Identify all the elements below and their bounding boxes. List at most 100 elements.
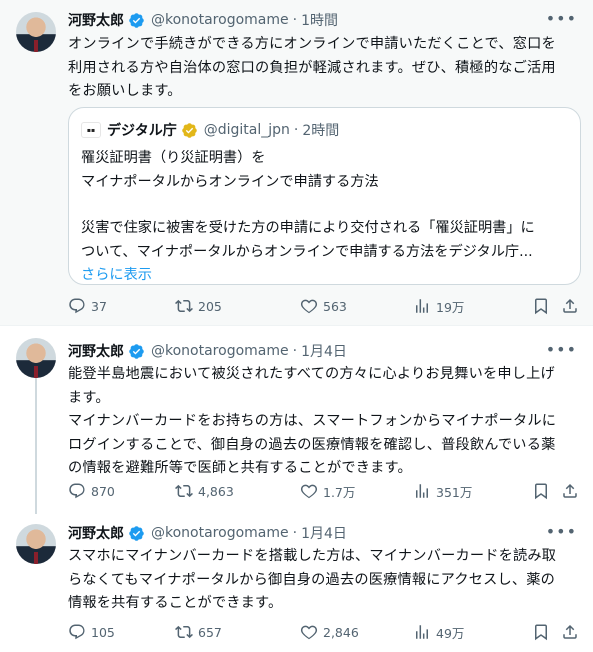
quote-line: ついて、マイナポータルからオンラインで申請する方法をデジタル庁... (81, 243, 533, 260)
tweet-timestamp[interactable]: 1時間 (301, 10, 338, 30)
quote-text: 罹災証明書（り災証明書）を マイナポータルからオンラインで申請する方法 災害で住… (81, 147, 568, 288)
tweet-header: 河野太郎 @konotarogomame · 1時間 (68, 10, 338, 30)
verified-badge-icon (128, 525, 145, 542)
avatar[interactable] (16, 338, 56, 378)
repost-button[interactable]: 205 (175, 297, 222, 315)
author-handle[interactable]: @konotarogomame (151, 12, 289, 28)
tweet-text: スマホにマイナンバーカードを搭載した方は、マイナンバーカードを読み取 らなくても… (68, 545, 581, 616)
separator-dot: · (292, 525, 298, 541)
tweet-1[interactable]: 河野太郎 @konotarogomame · 1時間 ••• オンラインで手続き… (0, 0, 593, 326)
views-icon (416, 299, 428, 313)
views-icon (416, 484, 428, 498)
views-icon (416, 625, 428, 639)
avatar[interactable] (16, 12, 56, 52)
repost-icon (175, 625, 193, 639)
author-name[interactable]: 河野太郎 (68, 523, 124, 543)
quote-blank-line (81, 194, 568, 217)
action-bar: 37 205 563 19万 (68, 296, 581, 316)
tweet-line: 利用される方や自治体の窓口の負担が軽減されます。ぜひ、積極的なご活用 (68, 59, 556, 76)
views-button[interactable]: 49万 (413, 623, 464, 642)
repost-count: 657 (198, 624, 222, 640)
repost-count: 4,863 (198, 483, 234, 499)
heart-icon (300, 484, 318, 499)
bookmark-button[interactable] (532, 297, 555, 315)
verified-gold-badge-icon (181, 122, 198, 139)
reply-button[interactable]: 870 (68, 482, 115, 500)
repost-button[interactable]: 657 (175, 623, 222, 641)
views-button[interactable]: 351万 (413, 482, 472, 501)
separator-dot: · (292, 12, 298, 28)
tweet-line: の情報を避難所等で医師と共有することができます。 (68, 460, 412, 476)
quote-line: 罹災証明書（り災証明書）を (81, 150, 266, 166)
share-icon (563, 298, 577, 313)
tweet-3[interactable]: 河野太郎 @konotarogomame · 1月4日 ••• スマホにマイナン… (0, 516, 593, 652)
tweet-line: マイナンバーカードをお持ちの方は、スマートフォンからマイナポータルに (68, 413, 557, 429)
share-button[interactable] (561, 482, 584, 500)
share-icon (563, 624, 577, 639)
bookmark-icon (535, 483, 547, 500)
more-icon[interactable]: ••• (546, 340, 577, 359)
share-button[interactable] (561, 297, 584, 315)
tweet-header: 河野太郎 @konotarogomame · 1月4日 (68, 523, 347, 543)
tweet-header: 河野太郎 @konotarogomame · 1月4日 (68, 341, 347, 361)
tweet-timestamp[interactable]: 1月4日 (301, 523, 347, 543)
tweet-line: スマホにマイナンバーカードを搭載した方は、マイナンバーカードを読み取 (68, 548, 557, 564)
like-count: 563 (323, 298, 347, 314)
bookmark-button[interactable] (532, 623, 555, 641)
quote-line: マイナポータルからオンラインで申請する方法 (81, 173, 379, 190)
bookmark-icon (535, 298, 547, 315)
more-icon[interactable]: ••• (546, 9, 577, 28)
tweet-line: オンラインで手続きができる方にオンラインで申請いただくことで、窓口を (68, 36, 556, 52)
reply-icon (69, 298, 85, 314)
bookmark-button[interactable] (532, 482, 555, 500)
avatar[interactable] (16, 524, 56, 564)
like-count: 2,846 (323, 624, 359, 640)
tweet-timestamp[interactable]: 1月4日 (301, 341, 347, 361)
reply-button[interactable]: 105 (68, 623, 115, 641)
author-name[interactable]: 河野太郎 (68, 10, 124, 30)
tweet-text: 能登半島地震において被災されたすべての方々に心よりお見舞いを申し上げ ます。 マ… (68, 363, 581, 481)
quote-tweet-card[interactable]: ▪▪ デジタル庁 @digital_jpn · 2時間 罹災証明書（り災証明書）… (68, 107, 581, 285)
separator-dot: · (293, 122, 299, 138)
quote-author-handle: @digital_jpn (203, 122, 290, 138)
show-more-link[interactable]: さらに表示 (81, 264, 568, 288)
digital-agency-logo-icon: ▪▪ (81, 122, 101, 138)
reply-count: 37 (91, 298, 107, 314)
tweet-line: 能登半島地震において被災されたすべての方々に心よりお見舞いを申し上げ (68, 366, 555, 382)
repost-count: 205 (198, 298, 222, 314)
author-handle[interactable]: @konotarogomame (151, 525, 289, 541)
share-button[interactable] (561, 623, 584, 641)
like-button[interactable]: 2,846 (300, 623, 359, 641)
quote-header: ▪▪ デジタル庁 @digital_jpn · 2時間 (81, 120, 339, 140)
view-count: 351万 (436, 484, 473, 500)
like-button[interactable]: 563 (300, 297, 347, 315)
repost-icon (175, 484, 193, 498)
share-icon (563, 483, 577, 498)
verified-badge-icon (128, 12, 145, 29)
views-button[interactable]: 19万 (413, 297, 464, 316)
reply-icon (69, 624, 85, 640)
quote-timestamp: 2時間 (302, 123, 340, 139)
view-count: 49万 (436, 625, 465, 641)
tweet-line: をお願いします。 (68, 83, 182, 99)
view-count: 19万 (436, 299, 465, 315)
author-handle[interactable]: @konotarogomame (151, 343, 289, 359)
like-button[interactable]: 1.7万 (300, 482, 355, 501)
action-bar: 105 657 2,846 49万 (68, 622, 581, 642)
verified-badge-icon (128, 343, 145, 360)
tweet-line: ます。 (68, 389, 110, 406)
repost-button[interactable]: 4,863 (175, 482, 234, 500)
action-bar: 870 4,863 1.7万 351万 (68, 481, 581, 501)
quote-line: 災害で住家に被害を受けた方の申請により交付される「罹災証明書」に (81, 220, 535, 236)
more-icon[interactable]: ••• (546, 522, 577, 541)
repost-icon (175, 299, 193, 313)
quote-author-name[interactable]: デジタル庁 (107, 120, 177, 140)
tweet-line: らなくてもマイナポータルから御自身の過去の医療情報にアクセスし、薬の (68, 571, 556, 588)
separator-dot: · (292, 343, 298, 359)
reply-button[interactable]: 37 (68, 297, 107, 315)
tweet-text: オンラインで手続きができる方にオンラインで申請いただくことで、窓口を 利用される… (68, 33, 581, 104)
bookmark-icon (535, 624, 547, 641)
tweet-2[interactable]: 河野太郎 @konotarogomame · 1月4日 ••• 能登半島地震にお… (0, 326, 593, 516)
tweet-line: ログインすることで、御自身の過去の医療情報を確認し、普段飲んでいる薬 (68, 436, 556, 453)
author-name[interactable]: 河野太郎 (68, 341, 124, 361)
